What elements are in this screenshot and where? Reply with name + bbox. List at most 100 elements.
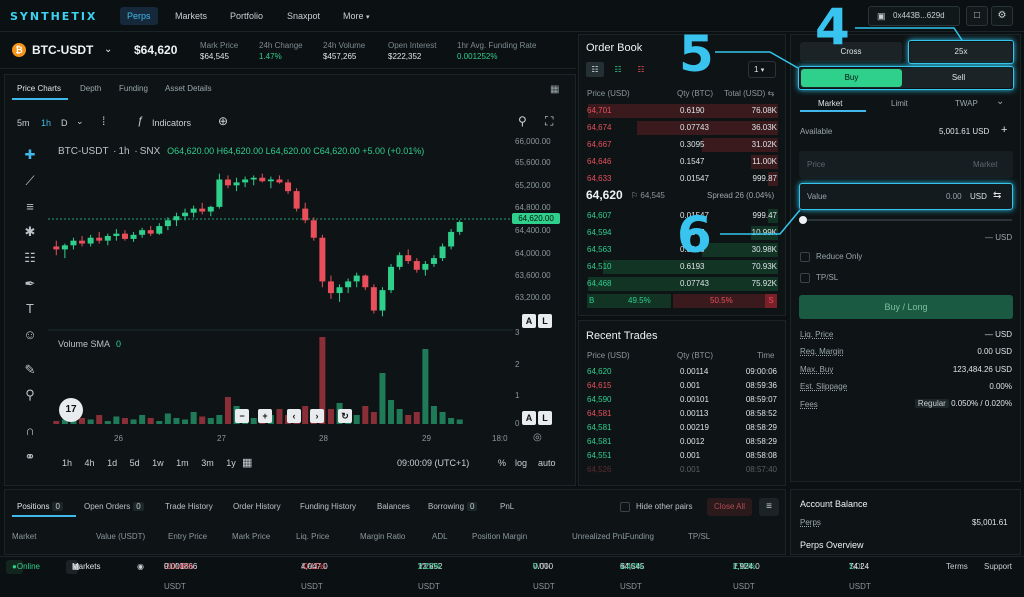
chevron-down-icon[interactable]: ⌄ — [76, 116, 84, 127]
tab-asset-details[interactable]: Asset Details — [165, 84, 212, 93]
volume-bar — [104, 421, 111, 424]
range-1w[interactable]: 1w — [152, 458, 164, 468]
range-4h[interactable]: 4h — [85, 458, 95, 468]
chart-clock[interactable]: 09:00:09 (UTC+1) — [397, 458, 469, 468]
tab-open-orders[interactable]: Open Orders 0 — [84, 502, 144, 511]
vol-log-button[interactable]: L — [538, 411, 552, 425]
close-all-button[interactable]: Close All — [707, 498, 752, 516]
range-5d[interactable]: 5d — [130, 458, 140, 468]
trade-qty: 0.00101 — [680, 395, 709, 404]
view-bids-icon[interactable]: ☷ — [609, 62, 627, 77]
interval-d[interactable]: D — [61, 118, 68, 128]
markets-label: Markets — [72, 562, 101, 571]
pause-ticker-icon[interactable]: ◉ — [137, 557, 144, 577]
lock-icon[interactable]: ⚭ — [20, 447, 40, 467]
submit-buy-long-button[interactable]: Buy / Long — [799, 295, 1013, 319]
auto-scale-button[interactable]: A — [522, 314, 536, 328]
interval-5m[interactable]: 5m — [17, 118, 30, 128]
nav-snaxpot[interactable]: Snaxpot — [280, 7, 327, 25]
indicators-button[interactable]: Indicators — [152, 118, 191, 128]
range-1m[interactable]: 1m — [176, 458, 189, 468]
trade-qty: 0.0012 — [680, 437, 705, 446]
reset-chart-button[interactable]: ↻ — [338, 409, 352, 423]
candle-body — [448, 231, 455, 247]
tab-label: Borrowing — [428, 502, 465, 511]
trend-line-icon[interactable]: ⟋ — [20, 171, 40, 191]
zoom-in-button[interactable]: + — [258, 409, 272, 423]
markets-button[interactable]: ▦ Markets — [66, 560, 100, 574]
qty: 0.07743 — [680, 279, 709, 288]
nav-markets[interactable]: Markets — [168, 7, 214, 25]
tpsl-checkbox[interactable] — [800, 273, 810, 283]
tab-price-charts[interactable]: Price Charts — [17, 84, 61, 93]
tab-borrowing[interactable]: Borrowing 0 — [428, 502, 478, 511]
pattern-icon[interactable]: ✱ — [20, 222, 40, 242]
col-position-margin: Position Margin — [472, 532, 528, 541]
interval-1h[interactable]: 1h — [41, 118, 51, 128]
market-symbol[interactable]: BTC-USDT — [32, 43, 93, 57]
synthetix-logo[interactable]: SYNTHETIX — [10, 10, 97, 23]
tab-order-history[interactable]: Order History — [233, 502, 281, 511]
text-icon[interactable]: T — [20, 299, 40, 319]
goto-realtime-icon[interactable]: ◎ — [533, 432, 542, 443]
tab-positions[interactable]: Positions 0 — [17, 502, 63, 511]
scroll-right-button[interactable]: › — [310, 409, 324, 423]
log-scale-button[interactable]: L — [538, 314, 552, 328]
percent-toggle[interactable]: % — [498, 458, 506, 468]
zoom-icon[interactable]: ⚲ — [518, 114, 527, 128]
crosshair-icon[interactable]: ✚ — [20, 145, 40, 165]
volume-bar — [130, 419, 137, 424]
view-asks-icon[interactable]: ☷ — [632, 62, 650, 77]
volume-bar — [164, 413, 171, 424]
settings-sliders-icon[interactable]: ≡ — [759, 498, 779, 516]
magnet-icon[interactable]: ∩ — [20, 421, 40, 441]
auto-toggle[interactable]: auto — [538, 458, 556, 468]
emoji-icon[interactable]: ☺ — [20, 325, 40, 345]
candle-body — [345, 281, 352, 288]
trade-time: 08:58:29 — [745, 437, 777, 446]
zoom-in-icon[interactable]: ⚲ — [20, 385, 40, 405]
chevron-down-icon[interactable]: ⌄ — [104, 44, 112, 55]
candle-type-icon[interactable]: ⁞ — [102, 114, 105, 128]
terms-link[interactable]: Terms — [946, 557, 968, 577]
nav-more[interactable]: More ▾ — [336, 7, 377, 25]
tab-trade-history[interactable]: Trade History — [165, 502, 213, 511]
view-both-icon[interactable]: ☷ — [586, 62, 604, 77]
col-unrealized-pnl: Unrealized PnL — [572, 532, 627, 541]
max-buy-value: 123,484.26 USD — [952, 365, 1012, 374]
annotation-5: 5 — [679, 25, 714, 83]
vol-auto-button[interactable]: A — [522, 411, 536, 425]
trade-row: 64,615 0.001 08:59:36 — [586, 379, 778, 393]
tab-funding-history[interactable]: Funding History — [300, 502, 356, 511]
range-3m[interactable]: 3m — [201, 458, 214, 468]
tab-depth[interactable]: Depth — [80, 84, 101, 93]
fullscreen-icon[interactable]: ⛶ — [545, 114, 553, 129]
price-chart[interactable] — [48, 140, 513, 432]
grid-icon[interactable]: ▦ — [550, 84, 559, 95]
nav-perps[interactable]: Perps — [120, 7, 158, 25]
fib-icon[interactable]: ☷ — [20, 248, 40, 268]
calendar-icon[interactable]: ▦ — [242, 456, 252, 469]
tab-pnl[interactable]: PnL — [500, 502, 514, 511]
log-toggle[interactable]: log — [515, 458, 527, 468]
nav-portfolio[interactable]: Portfolio — [223, 7, 270, 25]
tradingview-logo[interactable]: 17 — [59, 398, 83, 422]
tab-balances[interactable]: Balances — [377, 502, 410, 511]
support-link[interactable]: Support — [984, 557, 1012, 577]
zoom-out-button[interactable]: − — [235, 409, 249, 423]
horizontal-lines-icon[interactable]: ≡ — [20, 197, 40, 217]
range-1h[interactable]: 1h — [62, 458, 72, 468]
scroll-left-button[interactable]: ‹ — [287, 409, 301, 423]
range-1d[interactable]: 1d — [107, 458, 117, 468]
add-icon[interactable]: ⊕ — [218, 114, 228, 128]
range-1y[interactable]: 1y — [226, 458, 236, 468]
vol-tick: 2 — [515, 360, 520, 369]
tab-label: Open Orders — [84, 502, 131, 511]
volume-bar — [139, 415, 146, 424]
hide-other-checkbox[interactable] — [620, 502, 630, 512]
ruler-icon[interactable]: ✎ — [20, 360, 40, 380]
brush-icon[interactable]: ✒ — [20, 274, 40, 294]
function-icon[interactable]: ƒ — [137, 115, 143, 127]
tab-funding[interactable]: Funding — [119, 84, 148, 93]
bids-row[interactable]: 64,468 0.07743 75.92K — [586, 276, 778, 291]
